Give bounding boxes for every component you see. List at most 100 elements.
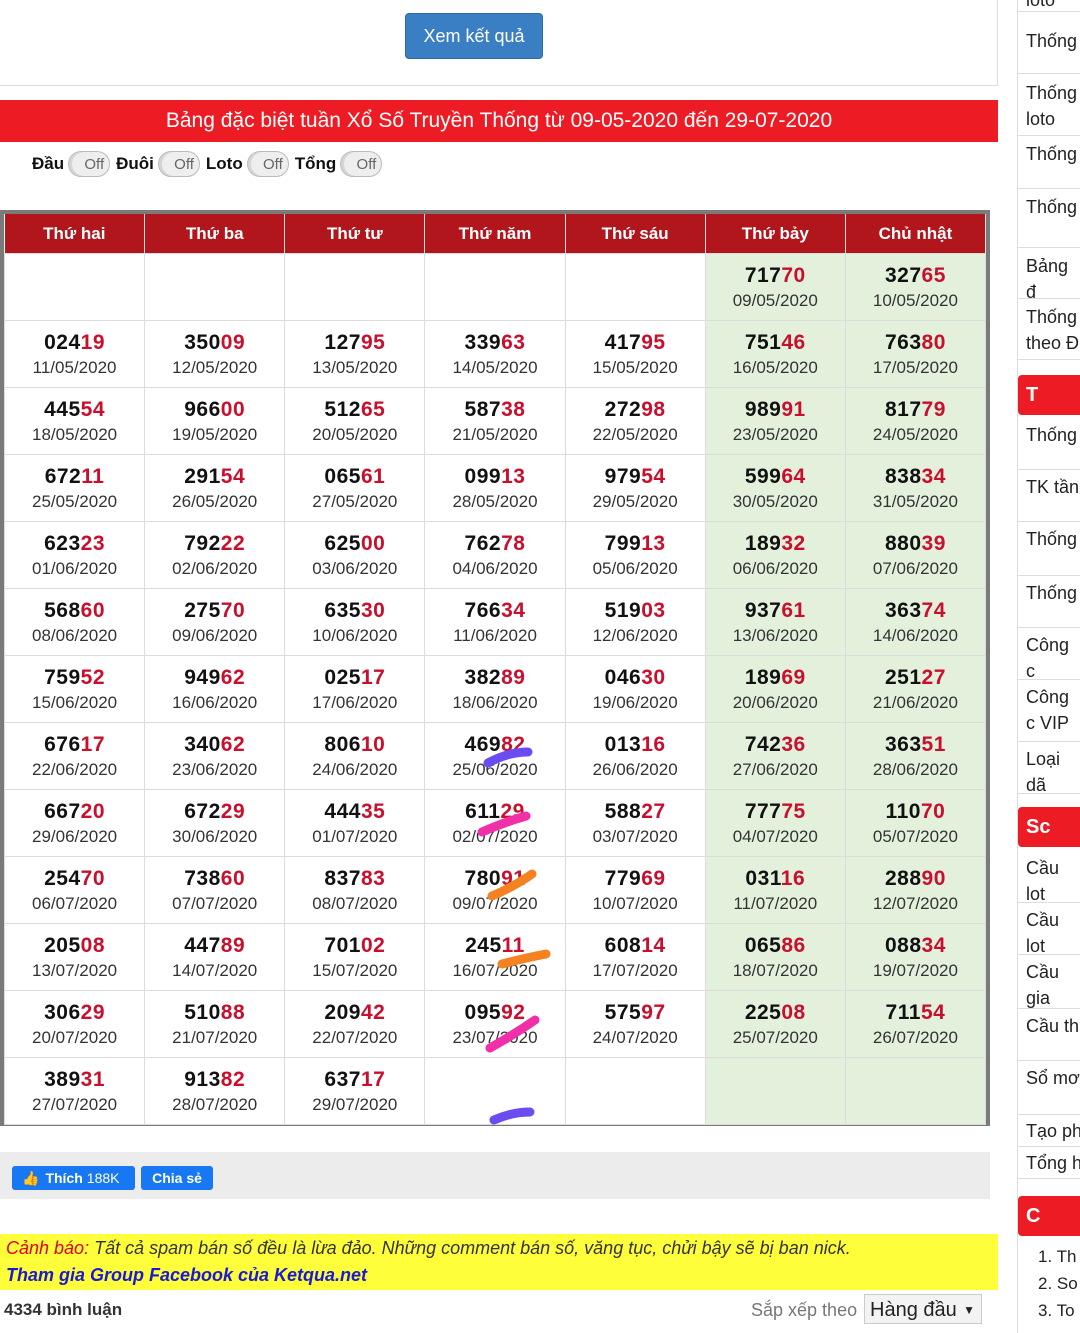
sort-select[interactable]: Hàng đầu ▼	[864, 1294, 982, 1324]
draw-date: 13/06/2020	[732, 626, 818, 645]
special-number: 06561	[285, 463, 424, 491]
number-tail: 27	[641, 800, 666, 823]
sidebar-link[interactable]: Thống	[1018, 190, 1080, 248]
number-head: 099	[464, 465, 502, 488]
special-number: 24511	[425, 932, 564, 960]
sidebar-link[interactable]: loto	[1018, 0, 1080, 12]
special-number: 76380	[846, 329, 985, 357]
number-head: 245	[465, 934, 502, 957]
sidebar-link[interactable]: Thống loto	[1018, 76, 1080, 136]
special-number: 76278	[425, 530, 564, 558]
toggle-switch[interactable]: Off	[246, 151, 289, 177]
view-results-button[interactable]: Xem kết quả	[405, 13, 543, 59]
sidebar-link[interactable]: Tạo ph	[1018, 1115, 1080, 1147]
draw-date: 23/06/2020	[172, 760, 258, 779]
weekday-header: Thứ hai	[4, 214, 146, 254]
sidebar-link[interactable]: Loại dã	[1018, 742, 1080, 794]
facebook-like-button[interactable]: 👍 Thích 188K	[12, 1166, 135, 1190]
special-number: 70102	[285, 932, 424, 960]
day-cell: 66720 29/06/2020	[3, 789, 146, 857]
number-tail: 27	[921, 666, 946, 689]
draw-date: 21/07/2020	[172, 1028, 258, 1047]
sidebar-ranked-item[interactable]: 1. Th	[1018, 1243, 1080, 1271]
facebook-group-link[interactable]: Tham gia Group Facebook của Ketqua.net	[6, 1265, 367, 1286]
toggle-switch[interactable]: Off	[68, 151, 111, 177]
day-cell: 70102 15/07/2020	[284, 923, 426, 991]
number-tail: 00	[360, 532, 386, 555]
toggle-switch[interactable]: Off	[157, 151, 200, 177]
day-cell: 12795 13/05/2020	[284, 320, 426, 388]
sidebar-link[interactable]: Cầu gia	[1018, 955, 1080, 1009]
social-share-bar: 👍 Thích 188K Chia sẻ	[0, 1152, 990, 1199]
number-head: 031	[745, 867, 781, 890]
draw-date: 20/07/2020	[32, 1028, 118, 1047]
special-number: 11070	[846, 798, 985, 826]
sidebar-link[interactable]: Thống	[1018, 137, 1080, 189]
like-count: 188K	[86, 1170, 120, 1186]
special-number: 35009	[145, 329, 284, 357]
draw-date: 16/07/2020	[452, 961, 538, 980]
sidebar-link[interactable]: Sổ mơ	[1018, 1061, 1080, 1115]
special-number: 02419	[5, 329, 144, 357]
day-cell: 11070 05/07/2020	[844, 789, 987, 857]
number-head: 046	[604, 666, 642, 689]
sidebar-link[interactable]: Bảng đ	[1018, 249, 1080, 299]
sidebar-ranked-item[interactable]: 3. To	[1018, 1297, 1080, 1325]
toggle-label: Đuôi	[116, 154, 154, 173]
special-number: 12795	[285, 329, 424, 357]
sidebar-link[interactable]: Tổng h	[1018, 1147, 1080, 1179]
sidebar-link[interactable]: Thống	[1018, 576, 1080, 628]
table-row: 56860 08/06/2020 27570 09/06/2020 63530 10/06…	[3, 588, 987, 656]
thumbs-up-icon: 👍	[22, 1170, 40, 1186]
sidebar-link[interactable]: Thống	[1018, 24, 1080, 74]
day-cell: 51088 21/07/2020	[144, 990, 286, 1058]
sidebar-link[interactable]: Thống	[1018, 522, 1080, 576]
number-tail: 16	[641, 733, 666, 756]
sidebar-link[interactable]: Thống	[1018, 418, 1080, 470]
draw-date: 29/05/2020	[592, 492, 678, 511]
day-cell	[144, 253, 286, 321]
sidebar-section-stats-heading: T	[1018, 375, 1080, 415]
sidebar-link[interactable]: Cầu lot	[1018, 851, 1080, 903]
sidebar-link[interactable]: TK tần	[1018, 470, 1080, 522]
day-cell: 30629 20/07/2020	[3, 990, 146, 1058]
number-tail: 30	[641, 666, 666, 689]
day-cell: 93761 13/06/2020	[704, 588, 846, 656]
special-number: 38289	[425, 664, 564, 692]
warning-message: Tất cả spam bán số đều là lừa đảo. Những…	[89, 1238, 851, 1258]
sidebar-link[interactable]: Công c	[1018, 628, 1080, 680]
toggle-switch[interactable]: Off	[340, 151, 383, 177]
sidebar-link[interactable]: Cầu th	[1018, 1009, 1080, 1061]
caret-down-icon: ▼	[963, 1303, 975, 1317]
facebook-share-button[interactable]: Chia sẻ	[141, 1166, 213, 1190]
sidebar-link[interactable]: Cầu lot	[1018, 903, 1080, 955]
number-head: 065	[744, 934, 782, 957]
special-number: 51088	[145, 999, 284, 1027]
special-number: 83783	[285, 865, 424, 893]
sidebar-link[interactable]: Thống theo Đ	[1018, 300, 1080, 360]
number-tail: 13	[641, 532, 666, 555]
number-tail: 16	[780, 867, 806, 890]
draw-date: 15/07/2020	[312, 961, 398, 980]
sidebar-link[interactable]: Công c VIP	[1018, 680, 1080, 742]
special-number: 51265	[285, 396, 424, 424]
draw-date: 21/05/2020	[452, 425, 538, 444]
number-head: 759	[44, 666, 81, 689]
number-head: 880	[884, 532, 922, 555]
day-cell: 98991 23/05/2020	[704, 387, 846, 455]
number-tail: 02	[360, 934, 386, 957]
number-head: 339	[464, 331, 502, 354]
main-content: Xem kết quả Bảng đặc biệt tuần Xổ Số Tru…	[0, 0, 1000, 1333]
special-number: 25127	[846, 664, 985, 692]
draw-date: 07/07/2020	[172, 894, 258, 913]
number-tail: 32	[781, 532, 806, 555]
special-prize-table: Thứ hai Thứ ba Thứ tư Thứ năm Thứ sáu Thứ bảy…	[3, 214, 987, 1125]
number-tail: 65	[921, 264, 946, 287]
draw-date: 14/07/2020	[172, 961, 258, 980]
table-title-banner: Bảng đặc biệt tuần Xổ Số Truyền Thống từ…	[0, 100, 998, 142]
draw-date: 28/07/2020	[172, 1095, 258, 1114]
number-head: 350	[184, 331, 221, 354]
warning-text: Cảnh báo: Tất cả spam bán số đều là lừa …	[6, 1238, 851, 1259]
number-tail: 35	[360, 800, 386, 823]
sidebar-ranked-item[interactable]: 2. So	[1018, 1270, 1080, 1298]
